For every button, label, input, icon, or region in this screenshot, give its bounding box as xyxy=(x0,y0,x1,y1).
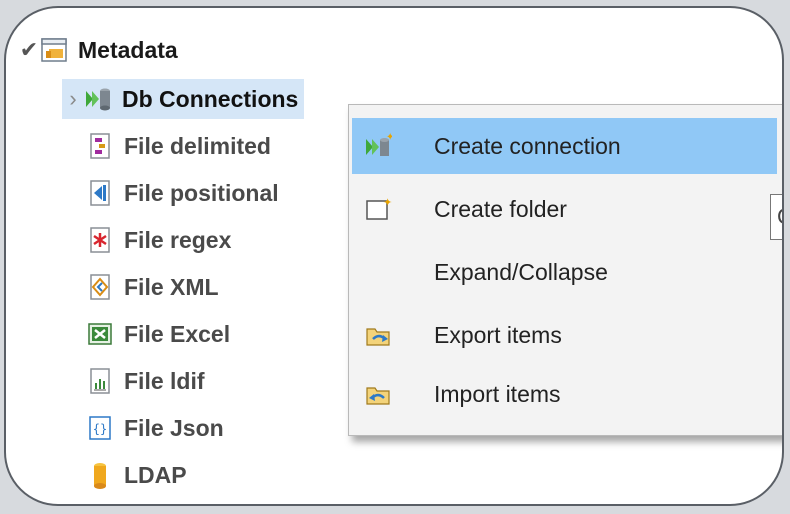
export-items-icon xyxy=(364,321,392,349)
tree-item-file-regex[interactable]: File regex xyxy=(86,220,231,260)
ldap-icon xyxy=(86,461,114,489)
import-items-icon xyxy=(364,380,392,408)
file-regex-icon xyxy=(86,226,114,254)
tree-item-file-xml[interactable]: File XML xyxy=(86,267,219,307)
menu-item-label: Export items xyxy=(434,321,562,348)
tree-item-db-connections[interactable]: › Db Connections xyxy=(62,79,305,119)
tree-item-file-excel[interactable]: File Excel xyxy=(86,314,230,354)
create-connection-icon: ✦ xyxy=(364,132,394,160)
tree-item-file-delimited[interactable]: File delimited xyxy=(86,126,271,166)
menu-item-create-connection[interactable]: ✦ Create connection xyxy=(352,118,777,174)
svg-text:✦: ✦ xyxy=(386,132,392,143)
file-ldif-icon xyxy=(86,367,114,395)
tree-item-file-json[interactable]: {} File Json xyxy=(86,408,224,448)
file-excel-icon xyxy=(86,320,114,348)
tooltip-fragment: C xyxy=(770,194,782,240)
menu-item-import-items[interactable]: Import items xyxy=(352,366,777,422)
file-xml-icon xyxy=(86,273,114,301)
tree-item-label: Db Connections xyxy=(122,85,299,112)
menu-item-label: Import items xyxy=(434,380,561,407)
create-folder-icon: ✦ xyxy=(364,195,392,223)
tree-item-ldap[interactable]: LDAP xyxy=(86,455,187,495)
tree-item-label: File Excel xyxy=(124,320,231,347)
file-positional-icon xyxy=(86,179,114,207)
menu-item-label: Create connection xyxy=(434,132,621,159)
expand-chevron-icon[interactable]: › xyxy=(62,86,84,112)
tree-item-file-ldif[interactable]: File ldif xyxy=(86,361,205,401)
context-menu: ✦ Create connection ✦ Create folder Expa… xyxy=(348,104,782,436)
tree-item-metadata[interactable]: ✔ Metadata xyxy=(18,30,178,70)
tree-item-label: File positional xyxy=(124,179,279,206)
expanded-check-icon[interactable]: ✔ xyxy=(18,37,40,63)
repository-panel: ✔ Metadata › Db Connections File delimit… xyxy=(4,6,784,506)
svg-text:✦: ✦ xyxy=(383,196,392,209)
file-delimited-icon xyxy=(86,132,114,160)
tree-item-label: File Json xyxy=(124,414,224,441)
metadata-folder-icon xyxy=(40,36,68,64)
menu-item-label: Expand/Collapse xyxy=(434,258,608,285)
svg-text:{}: {} xyxy=(93,422,107,436)
menu-item-expand-collapse[interactable]: Expand/Collapse xyxy=(352,244,777,300)
tree-item-file-positional[interactable]: File positional xyxy=(86,173,279,213)
tree-item-label: File ldif xyxy=(124,367,205,394)
menu-item-create-folder[interactable]: ✦ Create folder xyxy=(352,181,777,237)
tree-item-label: File delimited xyxy=(124,132,271,159)
menu-item-export-items[interactable]: Export items xyxy=(352,307,777,363)
db-connections-icon xyxy=(84,85,112,113)
tree-item-label: File regex xyxy=(124,226,232,253)
tree-item-label: Metadata xyxy=(78,36,178,63)
menu-item-label: Create folder xyxy=(434,195,567,222)
tree-item-label: File XML xyxy=(124,273,219,300)
file-json-icon: {} xyxy=(86,414,114,442)
tree-item-label: LDAP xyxy=(124,461,187,488)
